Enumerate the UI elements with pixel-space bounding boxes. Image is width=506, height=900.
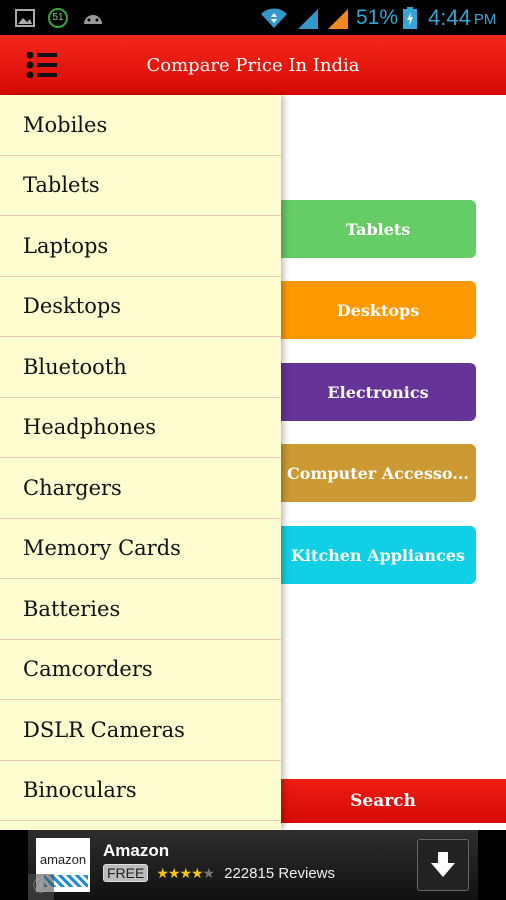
download-button[interactable]	[417, 839, 469, 891]
battery-charging-icon	[403, 0, 417, 35]
drawer-item[interactable]	[0, 821, 281, 830]
info-icon[interactable]: ⓘ	[28, 874, 54, 900]
app-bar: Compare Price In India	[0, 35, 506, 95]
category-button-kitchen-appliances[interactable]: Kitchen Appliances	[250, 526, 476, 584]
clock-ampm: PM	[473, 11, 497, 28]
signal-icon-sim2	[326, 0, 350, 35]
status-bar: 51 51% 4:44 PM	[0, 0, 506, 35]
drawer-item[interactable]: Batteries	[0, 579, 281, 640]
data-usage-icon: 51	[48, 0, 68, 35]
drawer-item[interactable]: Memory Cards	[0, 519, 281, 579]
battery-percent: 51%	[356, 5, 399, 29]
wifi-icon	[260, 0, 288, 35]
drawer-item[interactable]: Desktops	[0, 277, 281, 337]
drawer-item[interactable]: DSLR Cameras	[0, 700, 281, 761]
category-button-desktops[interactable]: Desktops	[250, 281, 476, 339]
category-button-tablets[interactable]: Tablets	[250, 200, 476, 258]
category-button-electronics[interactable]: Electronics	[250, 363, 476, 421]
drawer-item[interactable]: Tablets	[0, 156, 281, 216]
navigation-drawer: Mobiles Tablets Laptops Desktops Bluetooth He…	[0, 95, 281, 830]
drawer-item[interactable]: Bluetooth	[0, 337, 281, 398]
android-icon	[82, 0, 104, 35]
signal-icon-sim1	[296, 0, 320, 35]
ad-app-name: Amazon	[103, 841, 170, 860]
rating-stars: ★★★★★	[156, 864, 215, 881]
category-button-computer-accessories[interactable]: Computer Accesso...	[250, 444, 476, 502]
drawer-item[interactable]: Laptops	[0, 216, 281, 277]
drawer-item[interactable]: Camcorders	[0, 640, 281, 700]
drawer-item[interactable]: Mobiles	[0, 95, 281, 156]
drawer-item[interactable]: Binoculars	[0, 761, 281, 821]
clock: 4:44	[428, 4, 471, 30]
gallery-icon	[15, 0, 35, 35]
reviews-count: 222815 Reviews	[224, 864, 336, 882]
price-badge: FREE	[103, 864, 149, 882]
drawer-item[interactable]: Chargers	[0, 458, 281, 519]
page-title: Compare Price In India	[146, 54, 360, 76]
download-arrow-icon	[431, 852, 455, 877]
drawer-item[interactable]: Headphones	[0, 398, 281, 458]
list-menu-icon[interactable]	[26, 51, 58, 79]
ad-banner[interactable]: amazon ⓘ Amazon FREE ★★★★★ 222815 Review…	[0, 830, 506, 900]
